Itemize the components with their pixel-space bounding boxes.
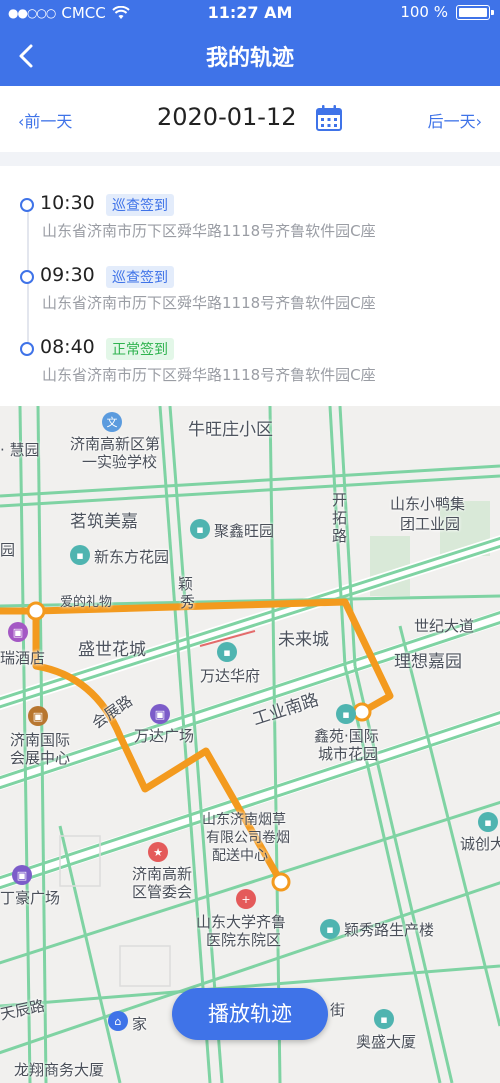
checkin-item[interactable]: 08:40 正常签到 山东省济南市历下区舜华路1118号齐鲁软件园C座 <box>0 310 500 384</box>
timeline-dot <box>20 198 34 212</box>
map-label: · 慧园 <box>0 441 40 459</box>
home-icon: ⌂ <box>108 1011 128 1031</box>
map-label: 鑫苑·国际 <box>314 727 379 745</box>
map-label: 诚创大 <box>460 835 500 853</box>
status-bar: ●●○○○ CMCC 11:27 AM 100 % <box>0 0 500 26</box>
checkin-type-badge: 巡查签到 <box>106 194 174 216</box>
map-label: 瑞酒店 <box>0 649 46 667</box>
map-label: 家 <box>132 1015 148 1033</box>
school-icon: 文 <box>102 412 122 432</box>
timeline-dot <box>20 342 34 356</box>
residence-icon: ▪ <box>217 642 237 662</box>
status-right: 100 % <box>400 3 494 21</box>
map-label: 济南高新区第 <box>70 435 161 453</box>
residence-icon: ▪ <box>336 704 356 724</box>
next-day-label: 后一天 <box>427 112 476 131</box>
date-selector: ‹前一天 2020-01-12 后一天› <box>0 86 500 152</box>
map-label: 未来城 <box>278 630 329 650</box>
map-label: 区管委会 <box>132 883 193 901</box>
checkin-type-badge: 正常签到 <box>106 338 174 360</box>
map-label: 园 <box>0 541 16 559</box>
map-label: 配送中心 <box>212 848 268 864</box>
map-label: 盛世花城 <box>78 640 146 660</box>
map-label: 有限公司卷烟 <box>206 830 290 846</box>
track-point[interactable] <box>26 601 46 621</box>
track-point[interactable] <box>271 872 291 892</box>
shopping-icon: ▣ <box>12 865 32 885</box>
calendar-icon[interactable] <box>315 104 343 132</box>
map-label: 世纪大道 <box>414 617 475 635</box>
map-label: 龙翔商务大厦 <box>14 1061 105 1079</box>
map-label: 茗筑美嘉 <box>70 512 138 532</box>
current-date: 2020-01-12 <box>157 103 297 131</box>
checkin-list: 10:30 巡查签到 山东省济南市历下区舜华路1118号齐鲁软件园C座 09:3… <box>0 166 500 406</box>
map-label: 万达广场 <box>134 727 195 745</box>
checkin-time: 09:30 <box>40 264 95 286</box>
track-map[interactable]: 文 ▪ ▪ ▪ ▣ ▣ ▣ ▪ ★ ▣ + ▪ ▪ ⌂ ▪ · 慧园 济南高新区… <box>0 406 500 1083</box>
page-title: 我的轨迹 <box>205 46 294 71</box>
map-label: 团工业园 <box>400 515 461 533</box>
hotel-icon: ▣ <box>8 622 28 642</box>
map-label: 山东小鸭集 <box>390 495 466 513</box>
checkin-address: 山东省济南市历下区舜华路1118号齐鲁软件园C座 <box>42 366 376 384</box>
map-label: 奥盛大厦 <box>356 1033 417 1051</box>
map-label: 颖秀路生产楼 <box>344 921 435 939</box>
map-label: 路 <box>332 527 348 545</box>
nav-bar: 我的轨迹 <box>0 26 500 86</box>
map-label: 爱的礼物 <box>60 595 113 610</box>
map-label: 城市花园 <box>318 745 379 763</box>
map-label: 丁豪广场 <box>0 889 61 907</box>
next-day-button[interactable]: 后一天› <box>428 108 482 132</box>
exhibition-icon: ▣ <box>28 706 48 726</box>
checkin-item[interactable]: 10:30 巡查签到 山东省济南市历下区舜华路1118号齐鲁软件园C座 <box>0 166 500 240</box>
play-track-button[interactable]: 播放轨迹 <box>172 988 328 1040</box>
residence-icon: ▪ <box>320 919 340 939</box>
map-label: 济南国际 <box>10 731 71 749</box>
checkin-type-badge: 巡查签到 <box>106 266 174 288</box>
map-label: 街 <box>330 1001 346 1019</box>
map-label: 新东方花园 <box>94 548 170 566</box>
battery-percent: 100 % <box>400 3 448 21</box>
building-icon: ▪ <box>374 1009 394 1029</box>
hospital-icon: + <box>236 889 256 909</box>
timeline-dot <box>20 270 34 284</box>
map-label: 聚鑫旺园 <box>214 522 275 540</box>
map-label: 开 <box>332 491 348 509</box>
map-label: 医院东院区 <box>206 931 282 949</box>
checkin-item[interactable]: 09:30 巡查签到 山东省济南市历下区舜华路1118号齐鲁软件园C座 <box>0 238 500 312</box>
map-label: 颖 <box>178 575 194 593</box>
map-label: 会展中心 <box>10 749 71 767</box>
map-label: 牛旺庄小区 <box>188 420 273 440</box>
shopping-icon: ▣ <box>150 704 170 724</box>
map-label: 济南高新 <box>132 865 193 883</box>
battery-icon <box>456 4 494 20</box>
map-label: 山东大学齐鲁 <box>196 913 287 931</box>
map-label: 一实验学校 <box>82 453 158 471</box>
map-label: 秀 <box>180 593 196 611</box>
residence-icon: ▪ <box>70 545 90 565</box>
map-label: 理想嘉园 <box>394 652 462 672</box>
section-divider <box>0 152 500 166</box>
checkin-time: 08:40 <box>40 336 95 358</box>
residence-icon: ▪ <box>190 519 210 539</box>
map-label: 山东济南烟草 <box>202 812 286 828</box>
government-icon: ★ <box>148 842 168 862</box>
prev-day-button[interactable]: ‹前一天 <box>18 108 72 132</box>
map-label: 拓 <box>332 509 348 527</box>
prev-day-label: 前一天 <box>24 112 73 131</box>
map-label: 万达华府 <box>200 667 261 685</box>
track-point[interactable] <box>352 702 372 722</box>
checkin-time: 10:30 <box>40 192 95 214</box>
building-icon: ▪ <box>478 812 498 832</box>
